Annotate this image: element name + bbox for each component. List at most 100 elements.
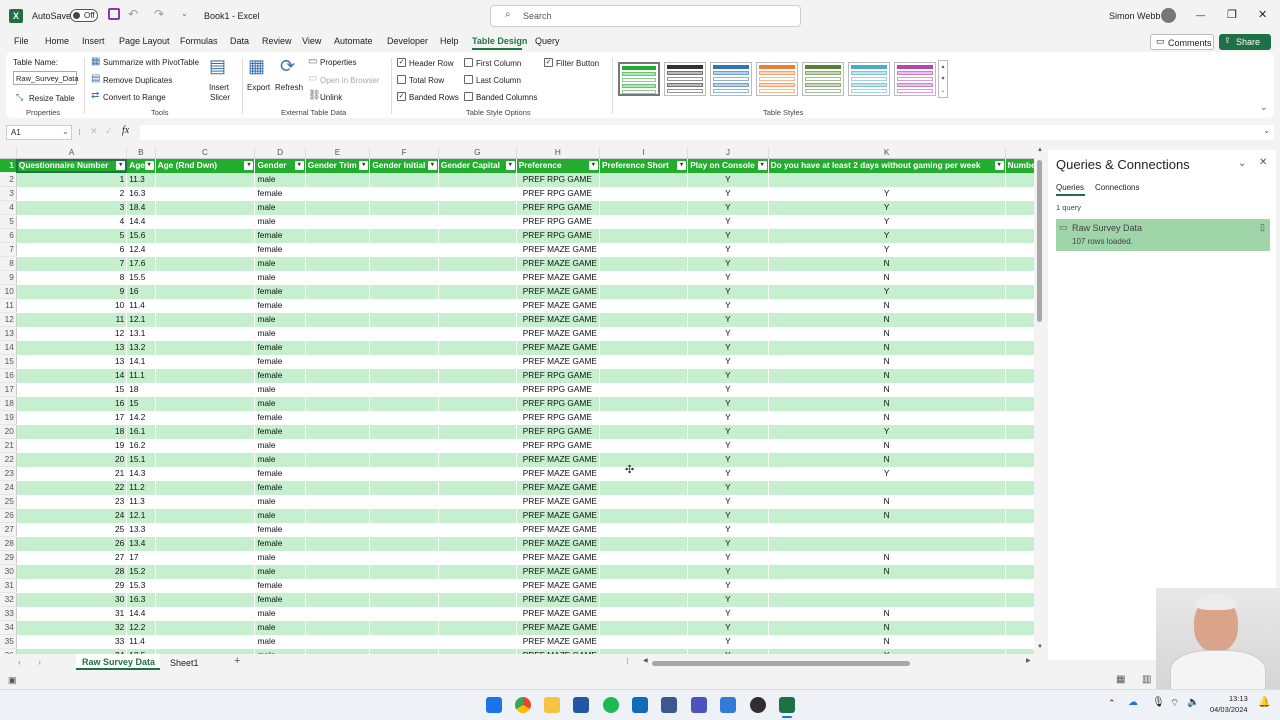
tab-automate[interactable]: Automate bbox=[334, 36, 373, 46]
filter-dropdown-icon[interactable]: ▾ bbox=[427, 161, 437, 170]
table-cell[interactable] bbox=[599, 242, 689, 257]
table-cell[interactable]: male bbox=[254, 508, 306, 523]
table-cell[interactable] bbox=[599, 606, 689, 621]
table-cell[interactable]: female bbox=[254, 228, 306, 243]
table-cell[interactable] bbox=[369, 508, 439, 523]
table-cell[interactable] bbox=[155, 368, 256, 383]
table-cell[interactable] bbox=[438, 592, 517, 607]
table-cell[interactable] bbox=[369, 214, 439, 229]
table-cell[interactable] bbox=[438, 284, 517, 299]
table-cell[interactable]: Y bbox=[687, 620, 769, 635]
first-column-checkbox[interactable] bbox=[464, 58, 473, 67]
table-cell[interactable]: female bbox=[254, 536, 306, 551]
row-number[interactable]: 5 bbox=[0, 214, 17, 229]
row-number[interactable]: 17 bbox=[0, 382, 17, 397]
table-cell[interactable] bbox=[155, 270, 256, 285]
table-cell[interactable]: female bbox=[254, 522, 306, 537]
table-cell[interactable]: PREF RPG GAME bbox=[516, 438, 600, 453]
table-cell[interactable] bbox=[438, 452, 517, 467]
table-cell[interactable]: 26 bbox=[16, 536, 128, 551]
table-header-cell[interactable]: Preference ▾ bbox=[516, 158, 600, 173]
table-cell[interactable] bbox=[155, 214, 256, 229]
notification-icon[interactable]: 🔔 bbox=[1258, 697, 1270, 708]
table-cell[interactable]: 2 bbox=[16, 186, 128, 201]
table-cell[interactable] bbox=[155, 536, 256, 551]
table-cell[interactable] bbox=[369, 536, 439, 551]
table-cell[interactable]: 13 bbox=[16, 340, 128, 355]
tab-insert[interactable]: Insert bbox=[82, 36, 105, 46]
table-cell[interactable]: PREF MAZE GAME bbox=[516, 312, 600, 327]
table-cell[interactable] bbox=[438, 326, 517, 341]
filter-button-checkbox[interactable]: ✓ bbox=[544, 58, 553, 67]
table-cell[interactable]: 3 bbox=[16, 200, 128, 215]
table-cell[interactable] bbox=[155, 592, 256, 607]
filter-dropdown-icon[interactable]: ▾ bbox=[588, 161, 598, 170]
table-cell[interactable]: 12.4 bbox=[126, 242, 156, 257]
table-cell[interactable] bbox=[369, 424, 439, 439]
table-cell[interactable] bbox=[438, 214, 517, 229]
table-cell[interactable] bbox=[155, 284, 256, 299]
table-cell[interactable]: female bbox=[254, 480, 306, 495]
table-cell[interactable]: Y bbox=[768, 186, 1006, 201]
table-cell[interactable] bbox=[305, 564, 371, 579]
table-cell[interactable] bbox=[599, 284, 689, 299]
summarize-pivot-button[interactable]: Summarize with PivotTable bbox=[103, 58, 199, 67]
table-cell[interactable] bbox=[155, 620, 256, 635]
table-cell[interactable] bbox=[369, 606, 439, 621]
table-cell[interactable] bbox=[599, 564, 689, 579]
clock-time[interactable]: 13:13 bbox=[1229, 694, 1248, 703]
row-number[interactable]: 34 bbox=[0, 620, 17, 635]
horizontal-scroll-thumb[interactable] bbox=[652, 661, 910, 666]
table-cell[interactable]: 14.4 bbox=[126, 214, 156, 229]
column-header[interactable]: F bbox=[369, 147, 439, 159]
table-cell[interactable]: 32 bbox=[16, 620, 128, 635]
table-cell[interactable] bbox=[305, 214, 371, 229]
table-style-swatch[interactable] bbox=[664, 62, 706, 96]
table-cell[interactable] bbox=[599, 396, 689, 411]
table-cell[interactable]: PREF MAZE GAME bbox=[516, 508, 600, 523]
table-cell[interactable]: PREF RPG GAME bbox=[516, 228, 600, 243]
table-cell[interactable]: Y bbox=[687, 354, 769, 369]
row-number[interactable]: 13 bbox=[0, 326, 17, 341]
table-cell[interactable]: Y bbox=[687, 284, 769, 299]
column-header[interactable]: D bbox=[254, 147, 306, 159]
spotify-icon[interactable] bbox=[603, 697, 619, 713]
row-number[interactable]: 14 bbox=[0, 340, 17, 355]
table-cell[interactable]: female bbox=[254, 592, 306, 607]
table-cell[interactable] bbox=[155, 200, 256, 215]
table-cell[interactable] bbox=[305, 494, 371, 509]
table-cell[interactable]: 15.1 bbox=[126, 452, 156, 467]
table-cell[interactable]: 19 bbox=[16, 438, 128, 453]
table-cell[interactable] bbox=[305, 298, 371, 313]
table-cell[interactable] bbox=[599, 354, 689, 369]
tab-view[interactable]: View bbox=[302, 36, 321, 46]
table-cell[interactable] bbox=[599, 522, 689, 537]
table-cell[interactable] bbox=[599, 214, 689, 229]
table-cell[interactable]: PREF RPG GAME bbox=[516, 172, 600, 187]
table-cell[interactable] bbox=[305, 508, 371, 523]
table-cell[interactable] bbox=[438, 410, 517, 425]
tab-home[interactable]: Home bbox=[45, 36, 69, 46]
table-cell[interactable]: 16.1 bbox=[126, 424, 156, 439]
table-cell[interactable]: PREF RPG GAME bbox=[516, 200, 600, 215]
table-cell[interactable] bbox=[768, 480, 1006, 495]
table-cell[interactable] bbox=[599, 256, 689, 271]
table-cell[interactable]: Y bbox=[768, 200, 1006, 215]
table-cell[interactable]: 6 bbox=[16, 242, 128, 257]
table-cell[interactable] bbox=[599, 326, 689, 341]
collapse-ribbon-icon[interactable]: ⌄ bbox=[1260, 102, 1268, 113]
table-cell[interactable] bbox=[599, 480, 689, 495]
table-cell[interactable] bbox=[438, 522, 517, 537]
query-menu-icon[interactable]: ▯ bbox=[1260, 222, 1265, 233]
volume-icon[interactable]: 🔈 bbox=[1187, 697, 1199, 708]
table-header-cell[interactable]: Preference Short ▾ bbox=[599, 158, 689, 173]
table-cell[interactable]: female bbox=[254, 298, 306, 313]
table-cell[interactable] bbox=[768, 522, 1006, 537]
styles-scroll[interactable]: ▴ ▾ ⌄ bbox=[938, 60, 948, 98]
table-cell[interactable]: PREF MAZE GAME bbox=[516, 270, 600, 285]
properties-button[interactable]: Properties bbox=[320, 58, 356, 67]
windows-start-icon[interactable] bbox=[486, 697, 502, 713]
table-cell[interactable] bbox=[305, 424, 371, 439]
table-cell[interactable]: PREF MAZE GAME bbox=[516, 592, 600, 607]
table-cell[interactable] bbox=[155, 340, 256, 355]
